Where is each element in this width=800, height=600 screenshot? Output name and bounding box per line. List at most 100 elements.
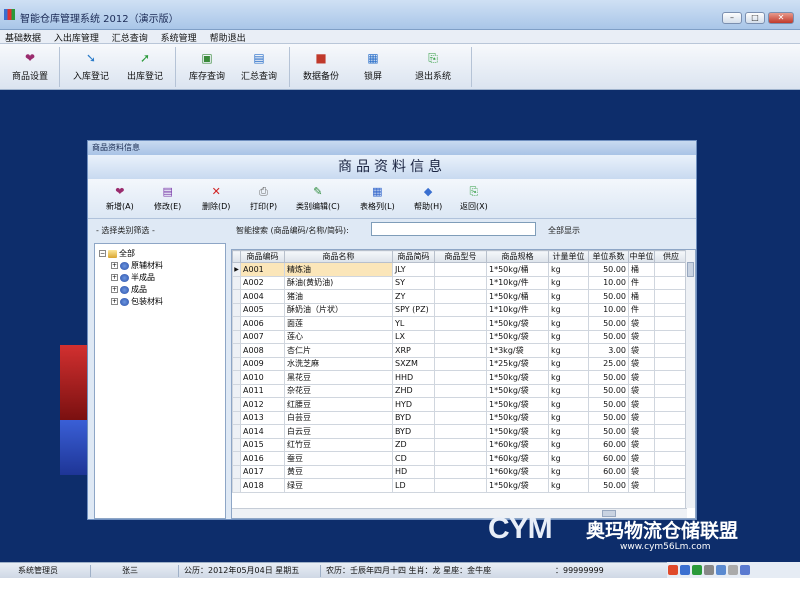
table-cell[interactable]: 50.00	[588, 262, 629, 277]
table-cell[interactable]: A008	[240, 343, 285, 358]
table-cell[interactable]: A004	[240, 289, 285, 304]
tray-ime-icon[interactable]	[680, 565, 690, 575]
table-cell[interactable]: 袋	[628, 343, 655, 358]
table-cell[interactable]: YL	[392, 316, 435, 331]
table-cell[interactable]: 1*50kg/桶	[486, 262, 549, 277]
table-cell[interactable]: SXZM	[392, 356, 435, 371]
table-cell[interactable]: 袋	[628, 478, 655, 493]
table-cell[interactable]: A018	[240, 478, 285, 493]
table-cell[interactable]: 1*50kg/袋	[486, 410, 549, 425]
table-cell[interactable]	[654, 397, 688, 412]
table-cell[interactable]: 白芸豆	[284, 410, 393, 425]
table-cell[interactable]: 1*50kg/袋	[486, 329, 549, 344]
table-row[interactable]: A016 蚕豆 CD 1*60kg/袋 kg 60.00 袋	[232, 451, 688, 466]
table-cell[interactable]: 1*50kg/袋	[486, 424, 549, 439]
table-cell[interactable]: 10.00	[588, 275, 629, 290]
table-cell[interactable]: 1*50kg/桶	[486, 289, 549, 304]
table-cell[interactable]: A002	[240, 275, 285, 290]
table-cell[interactable]	[434, 451, 487, 466]
table-cell[interactable]: kg	[548, 356, 589, 371]
table-cell[interactable]	[654, 275, 688, 290]
table-cell[interactable]: 袋	[628, 437, 655, 452]
close-button[interactable]: ✕	[768, 12, 794, 24]
print-button[interactable]: ⎙ 打印(P)	[250, 185, 277, 212]
table-cell[interactable]: kg	[548, 370, 589, 385]
table-row[interactable]: A012 红腰豆 HYD 1*50kg/袋 kg 50.00 袋	[232, 397, 688, 412]
table-cell[interactable]	[434, 410, 487, 425]
table-cell[interactable]	[654, 437, 688, 452]
tray-tool-icon[interactable]	[728, 565, 738, 575]
table-cell[interactable]: ZD	[392, 437, 435, 452]
table-cell[interactable]	[654, 370, 688, 385]
table-cell[interactable]	[654, 329, 688, 344]
table-cell[interactable]: 猪油	[284, 289, 393, 304]
table-cell[interactable]: kg	[548, 424, 589, 439]
column-header[interactable]: 单位系数	[588, 250, 629, 263]
table-cell[interactable]: 桶	[628, 289, 655, 304]
stock-out-button[interactable]: ➚ 出库登记	[120, 49, 170, 85]
category-edit-button[interactable]: ✎ 类别编辑(C)	[296, 185, 340, 212]
table-cell[interactable]: kg	[548, 275, 589, 290]
maximize-button[interactable]: □	[745, 12, 765, 24]
table-cell[interactable]	[434, 343, 487, 358]
table-cell[interactable]: BYD	[392, 424, 435, 439]
table-cell[interactable]: 1*3kg/袋	[486, 343, 549, 358]
table-cell[interactable]: kg	[548, 397, 589, 412]
table-cell[interactable]: 1*50kg/袋	[486, 383, 549, 398]
table-cell[interactable]: 袋	[628, 316, 655, 331]
table-cell[interactable]: A009	[240, 356, 285, 371]
table-row[interactable]: ▶ A001 精炼油 JLY 1*50kg/桶 kg 50.00 桶	[232, 262, 688, 277]
tree-node[interactable]: + 半成品	[95, 272, 225, 284]
stock-in-button[interactable]: ➘ 入库登记	[66, 49, 116, 85]
table-cell[interactable]: kg	[548, 464, 589, 479]
table-cell[interactable]: 袋	[628, 397, 655, 412]
table-cell[interactable]: 1*10kg/件	[486, 275, 549, 290]
tree-expander[interactable]: +	[111, 262, 118, 269]
table-cell[interactable]: HD	[392, 464, 435, 479]
table-cell[interactable]: 1*10kg/件	[486, 302, 549, 317]
table-cell[interactable]: kg	[548, 316, 589, 331]
table-cell[interactable]: CD	[392, 451, 435, 466]
table-cell[interactable]: 水洗芝麻	[284, 356, 393, 371]
table-cell[interactable]: 酥奶油（片状）	[284, 302, 393, 317]
table-cell[interactable]	[434, 383, 487, 398]
vertical-scroll-thumb[interactable]	[687, 262, 694, 277]
table-cell[interactable]: 60.00	[588, 464, 629, 479]
table-cell[interactable]	[434, 478, 487, 493]
table-cell[interactable]: 50.00	[588, 370, 629, 385]
tree-expander[interactable]: +	[111, 298, 118, 305]
table-cell[interactable]: XRP	[392, 343, 435, 358]
table-cell[interactable]: 60.00	[588, 451, 629, 466]
table-cell[interactable]	[434, 370, 487, 385]
table-cell[interactable]	[654, 478, 688, 493]
table-cell[interactable]: 桶	[628, 262, 655, 277]
table-cell[interactable]: 60.00	[588, 437, 629, 452]
table-columns-button[interactable]: ▦ 表格列(L)	[360, 185, 395, 212]
table-cell[interactable]	[654, 356, 688, 371]
tree-node[interactable]: + 成品	[95, 284, 225, 296]
tray-sogou-icon[interactable]	[668, 565, 678, 575]
table-cell[interactable]: 酥油(黄奶油)	[284, 275, 393, 290]
table-cell[interactable]: A011	[240, 383, 285, 398]
table-cell[interactable]: kg	[548, 262, 589, 277]
tree-expander[interactable]: +	[111, 274, 118, 281]
table-cell[interactable]: 50.00	[588, 397, 629, 412]
table-cell[interactable]	[654, 464, 688, 479]
tree-node[interactable]: − 全部	[95, 248, 225, 260]
table-cell[interactable]	[434, 316, 487, 331]
table-cell[interactable]: 红腰豆	[284, 397, 393, 412]
table-cell[interactable]: 50.00	[588, 424, 629, 439]
add-button[interactable]: ❤ 新增(A)	[106, 185, 134, 212]
table-cell[interactable]: ZY	[392, 289, 435, 304]
table-cell[interactable]: 袋	[628, 410, 655, 425]
table-cell[interactable]: 件	[628, 275, 655, 290]
table-cell[interactable]: kg	[548, 329, 589, 344]
table-row[interactable]: A009 水洗芝麻 SXZM 1*25kg/袋 kg 25.00 袋	[232, 356, 688, 371]
table-cell[interactable]: 袋	[628, 329, 655, 344]
table-cell[interactable]: 白云豆	[284, 424, 393, 439]
table-cell[interactable]	[654, 302, 688, 317]
goods-settings-button[interactable]: ❤ 商品设置	[5, 49, 55, 85]
table-cell[interactable]	[654, 383, 688, 398]
column-header[interactable]: 供应	[654, 250, 688, 263]
table-cell[interactable]: 袋	[628, 424, 655, 439]
